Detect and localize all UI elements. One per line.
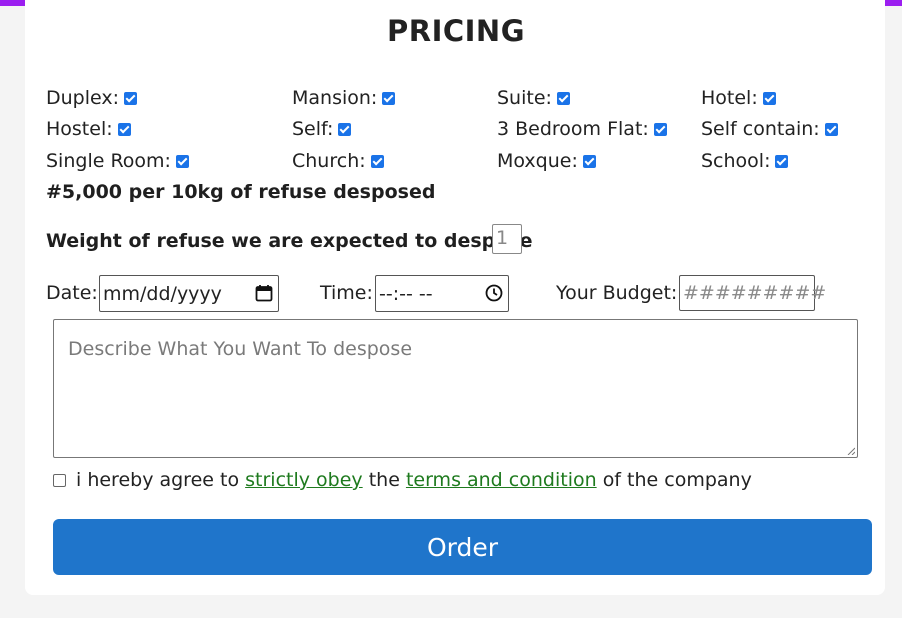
description-textarea[interactable]: Describe What You Want To despose	[53, 319, 858, 458]
price-note: #5,000 per 10kg of refuse desposed	[46, 181, 436, 203]
checkbox-single-room[interactable]	[175, 154, 189, 168]
option-label: Hotel:	[701, 87, 758, 109]
option-label: Hostel:	[46, 118, 113, 140]
checkbox-duplex[interactable]	[124, 91, 138, 105]
agreement-suffix: of the company	[602, 469, 752, 491]
option-3-bedroom-flat[interactable]: 3 Bedroom Flat:	[497, 118, 667, 140]
date-placeholder: mm/dd/yyyy	[103, 282, 222, 305]
option-hotel[interactable]: Hotel:	[701, 87, 776, 109]
weight-input[interactable]: 1	[492, 224, 522, 254]
checkbox-suite[interactable]	[556, 91, 570, 105]
time-label: Time:	[320, 282, 373, 304]
weight-label: Weight of refuse we are expected to desp…	[46, 230, 533, 252]
option-self[interactable]: Self:	[292, 118, 352, 140]
agreement-checkbox[interactable]	[53, 473, 66, 487]
budget-label: Your Budget:	[556, 282, 678, 304]
option-label: 3 Bedroom Flat:	[497, 118, 649, 140]
checkbox-3-bedroom-flat[interactable]	[653, 122, 667, 136]
option-label: Duplex:	[46, 87, 120, 109]
option-label: Mansion:	[292, 87, 378, 109]
agreement-middle: the	[368, 469, 400, 491]
budget-input[interactable]: #########	[679, 275, 826, 311]
resize-handle-icon[interactable]	[847, 447, 855, 455]
checkbox-hotel[interactable]	[762, 91, 776, 105]
option-single-room[interactable]: Single Room:	[46, 150, 189, 172]
order-button[interactable]: Order	[53, 519, 872, 575]
clock-icon[interactable]	[485, 284, 503, 302]
checkbox-moxque[interactable]	[582, 154, 596, 168]
time-placeholder: --:-- --	[379, 282, 433, 305]
terms-link[interactable]: terms and condition	[406, 469, 597, 491]
option-suite[interactable]: Suite:	[497, 87, 570, 109]
option-hostel[interactable]: Hostel:	[46, 118, 131, 140]
option-mansion[interactable]: Mansion:	[292, 87, 396, 109]
option-school[interactable]: School:	[701, 150, 789, 172]
calendar-icon[interactable]	[255, 284, 273, 302]
checkbox-self[interactable]	[338, 122, 352, 136]
checkbox-mansion[interactable]	[382, 91, 396, 105]
strictly-obey-link[interactable]: strictly obey	[245, 469, 363, 491]
option-label: Suite:	[497, 87, 552, 109]
option-label: School:	[701, 150, 771, 172]
budget-placeholder: #########	[683, 282, 827, 304]
pricing-card: PRICING Duplex: Mansion: Suite: Hotel: H…	[25, 0, 885, 595]
option-duplex[interactable]: Duplex:	[46, 87, 138, 109]
description-placeholder: Describe What You Want To despose	[68, 338, 413, 360]
date-label: Date:	[46, 282, 98, 304]
option-self-contain[interactable]: Self contain:	[701, 118, 838, 140]
option-church[interactable]: Church:	[292, 150, 384, 172]
option-label: Moxque:	[497, 150, 578, 172]
option-label: Church:	[292, 150, 366, 172]
agreement-prefix: i hereby agree to	[76, 469, 240, 491]
checkbox-church[interactable]	[370, 154, 384, 168]
page-title: PRICING	[386, 14, 526, 48]
date-input[interactable]: mm/dd/yyyy	[99, 275, 279, 312]
checkbox-hostel[interactable]	[117, 122, 131, 136]
option-label: Single Room:	[46, 150, 171, 172]
agreement-row: i hereby agree to strictly obey the term…	[53, 469, 752, 491]
option-label: Self contain:	[701, 118, 820, 140]
checkbox-self-contain[interactable]	[824, 122, 838, 136]
option-moxque[interactable]: Moxque:	[497, 150, 596, 172]
option-label: Self:	[292, 118, 334, 140]
time-input[interactable]: --:-- --	[375, 275, 509, 312]
checkbox-school[interactable]	[775, 154, 789, 168]
